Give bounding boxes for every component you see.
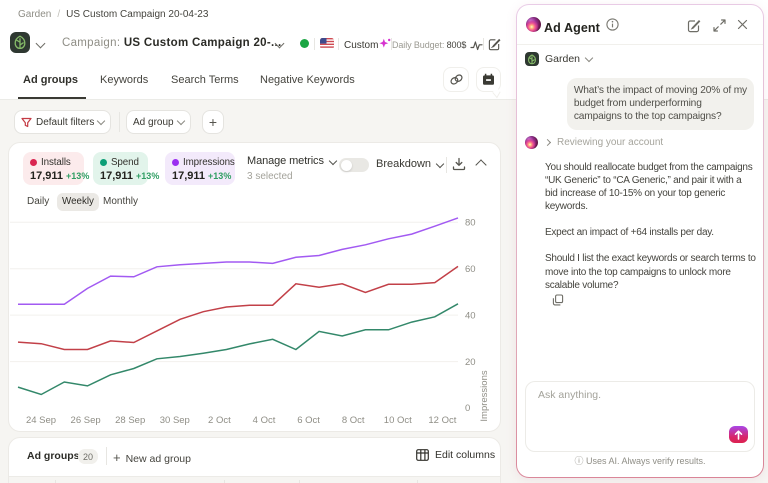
svg-text:60: 60 [465, 264, 476, 275]
svg-text:0: 0 [465, 403, 470, 414]
svg-text:4 Oct: 4 Oct [253, 415, 276, 426]
svg-text:24 Sep: 24 Sep [26, 415, 56, 426]
svg-text:26 Sep: 26 Sep [71, 415, 101, 426]
svg-text:Impressions: Impressions [479, 370, 490, 421]
svg-text:80: 80 [465, 218, 476, 229]
svg-text:28 Sep: 28 Sep [115, 415, 145, 426]
svg-text:40: 40 [465, 310, 476, 321]
svg-text:8 Oct: 8 Oct [342, 415, 365, 426]
svg-text:20: 20 [465, 357, 476, 368]
svg-text:10 Oct: 10 Oct [384, 415, 412, 426]
svg-text:30 Sep: 30 Sep [160, 415, 190, 426]
svg-text:2 Oct: 2 Oct [208, 415, 231, 426]
svg-text:6 Oct: 6 Oct [297, 415, 320, 426]
svg-text:12 Oct: 12 Oct [428, 415, 456, 426]
